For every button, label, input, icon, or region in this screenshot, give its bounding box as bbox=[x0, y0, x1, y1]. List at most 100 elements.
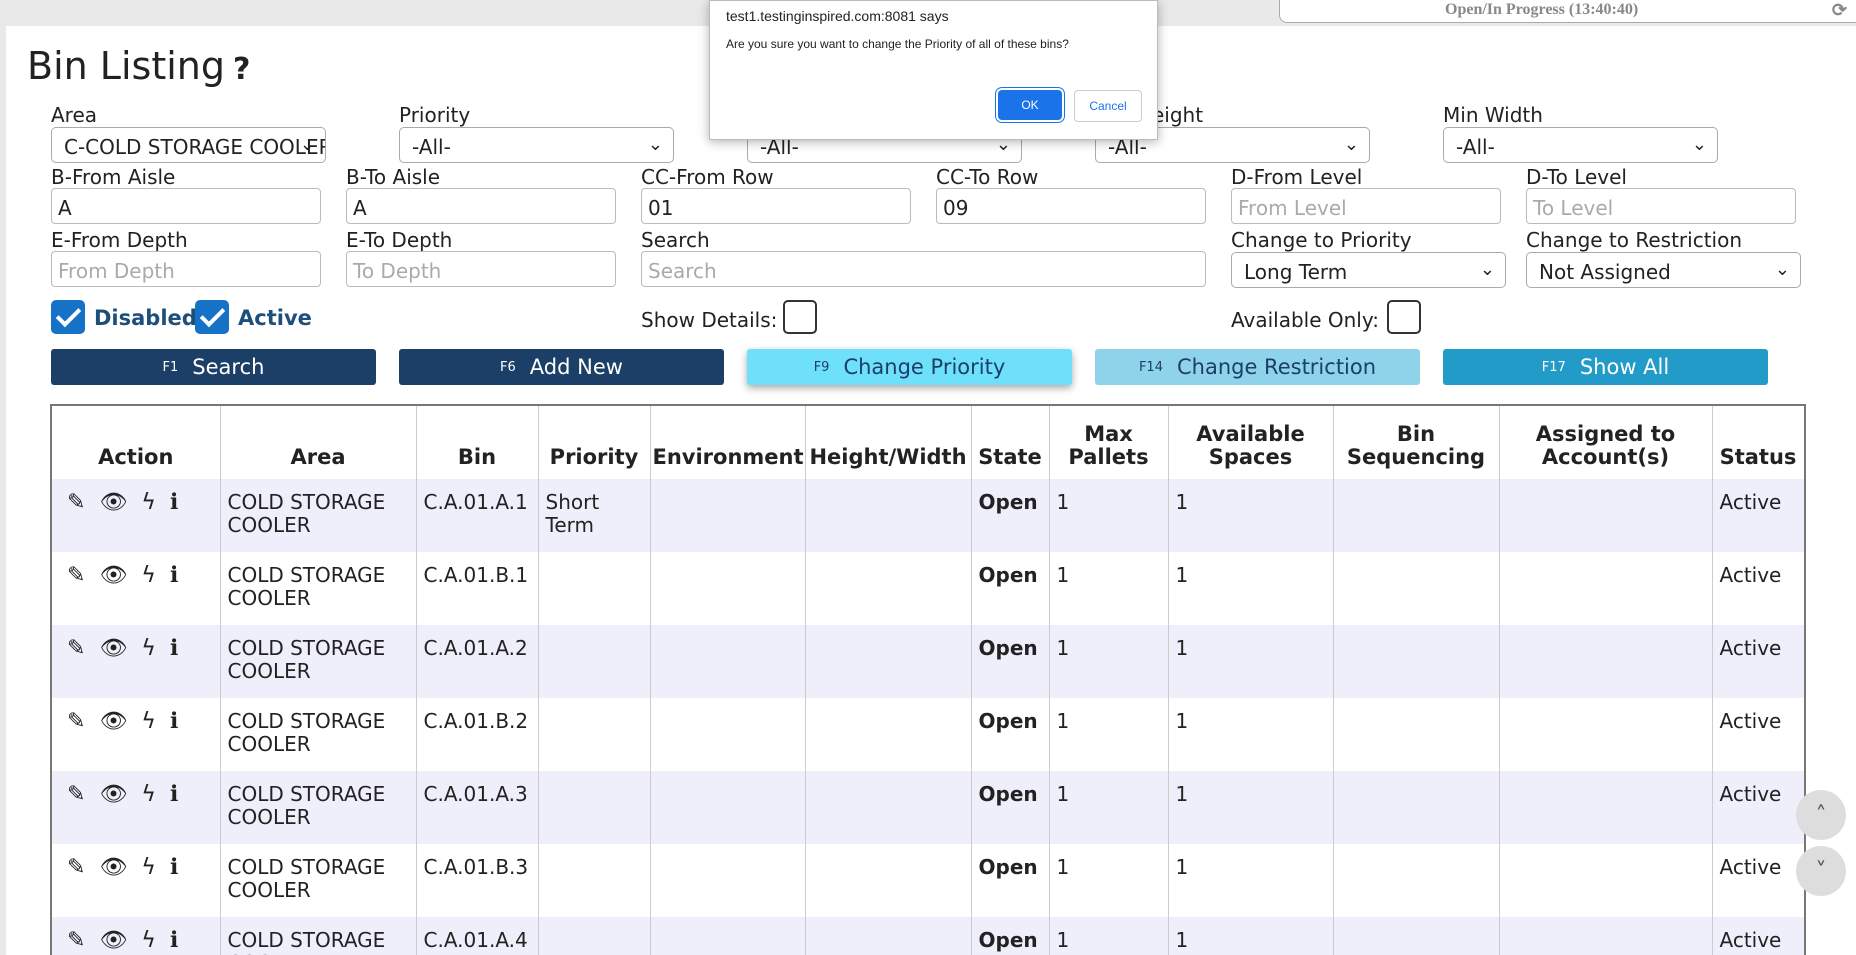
table-row[interactable]: ✎ 👁 ϟ ℹ COLD STORAGE COOLER C.A.01.B.2 Open 1 1 A… bbox=[52, 698, 1804, 771]
row-action-icons: ✎ 👁 ϟ ℹ bbox=[59, 564, 213, 587]
area-label: Area bbox=[51, 103, 98, 127]
refresh-icon[interactable]: ⟳ bbox=[1832, 0, 1847, 21]
chevron-up-icon: ˄ bbox=[1815, 802, 1827, 828]
quick-action-lightning-icon[interactable]: ϟ bbox=[141, 710, 156, 733]
table-row[interactable]: ✎ 👁 ϟ ℹ COLD STORAGE COOLER C.A.01.A.3 Open 1 1 A… bbox=[52, 771, 1804, 844]
column-header-bin-sequencing[interactable]: Bin Sequencing bbox=[1333, 406, 1500, 479]
row-action-icons: ✎ 👁 ϟ ℹ bbox=[59, 491, 213, 514]
from-row-input[interactable]: 01 bbox=[641, 188, 911, 224]
scroll-down-button[interactable]: ˅ bbox=[1796, 846, 1846, 896]
column-header-area[interactable]: Area bbox=[220, 406, 417, 479]
quick-action-lightning-icon[interactable]: ϟ bbox=[141, 637, 156, 660]
change-restriction-select[interactable]: Not Assigned ⌄ bbox=[1526, 252, 1801, 288]
table-row[interactable]: ✎ 👁 ϟ ℹ COLD STORAGE COOLER C.A.01.A.2 Open 1 1 A… bbox=[52, 625, 1804, 698]
row-assigned-accounts bbox=[1499, 552, 1713, 625]
column-header-state[interactable]: State bbox=[971, 406, 1050, 479]
info-icon[interactable]: ℹ bbox=[170, 637, 178, 660]
quick-action-lightning-icon[interactable]: ϟ bbox=[141, 929, 156, 952]
help-icon[interactable]: ? bbox=[233, 52, 250, 87]
row-max-pallets: 1 bbox=[1049, 844, 1169, 917]
info-icon[interactable]: ℹ bbox=[170, 564, 178, 587]
show-all-button[interactable]: F17 Show All bbox=[1443, 349, 1768, 385]
column-header-action[interactable]: Action bbox=[52, 406, 221, 479]
scroll-up-button[interactable]: ˄ bbox=[1796, 790, 1846, 840]
view-eye-icon[interactable]: 👁 bbox=[99, 491, 127, 514]
quick-action-lightning-icon[interactable]: ϟ bbox=[141, 783, 156, 806]
info-icon[interactable]: ℹ bbox=[170, 929, 178, 952]
edit-pencil-icon[interactable]: ✎ bbox=[67, 491, 85, 514]
table-row[interactable]: ✎ 👁 ϟ ℹ COLD STORAGE COOLER C.A.01.A.1 Short T… bbox=[52, 479, 1804, 552]
priority-select[interactable]: -All- ⌄ bbox=[399, 127, 674, 163]
active-label: Active bbox=[238, 306, 312, 330]
quick-action-lightning-icon[interactable]: ϟ bbox=[141, 491, 156, 514]
quick-action-lightning-icon[interactable]: ϟ bbox=[141, 564, 156, 587]
from-level-input[interactable]: From Level bbox=[1231, 188, 1501, 224]
edit-pencil-icon[interactable]: ✎ bbox=[67, 856, 85, 879]
view-eye-icon[interactable]: 👁 bbox=[99, 856, 127, 879]
table-row[interactable]: ✎👁ϟℹCOLD STORAGE COOLERC.A.01.A.4Open11A… bbox=[52, 917, 1804, 955]
column-header-priority[interactable]: Priority bbox=[538, 406, 651, 479]
to-row-label: CC-To Row bbox=[936, 165, 1039, 189]
edit-pencil-icon[interactable]: ✎ bbox=[67, 929, 85, 952]
column-header-height-width[interactable]: Height/Width bbox=[805, 406, 972, 479]
min-width-select[interactable]: -All- ⌄ bbox=[1443, 127, 1718, 163]
search-button[interactable]: F1 Search bbox=[51, 349, 376, 385]
info-icon[interactable]: ℹ bbox=[170, 856, 178, 879]
edit-pencil-icon[interactable]: ✎ bbox=[67, 637, 85, 660]
column-header-bin[interactable]: Bin bbox=[416, 406, 539, 479]
to-depth-input[interactable]: To Depth bbox=[346, 251, 616, 287]
dialog-cancel-button[interactable]: Cancel bbox=[1074, 90, 1142, 122]
quick-action-lightning-icon[interactable]: ϟ bbox=[141, 856, 156, 879]
to-row-input[interactable]: 09 bbox=[936, 188, 1206, 224]
row-state: Open bbox=[971, 844, 1050, 917]
add-new-button[interactable]: F6 Add New bbox=[399, 349, 724, 385]
row-height-width bbox=[805, 552, 972, 625]
change-priority-button[interactable]: F9 Change Priority bbox=[747, 349, 1072, 385]
to-level-input[interactable]: To Level bbox=[1526, 188, 1796, 224]
row-available-spaces: 1 bbox=[1168, 552, 1334, 625]
edit-pencil-icon[interactable]: ✎ bbox=[67, 710, 85, 733]
row-actions: ✎ 👁 ϟ ℹ bbox=[52, 698, 221, 771]
from-depth-input[interactable]: From Depth bbox=[51, 251, 321, 287]
info-icon[interactable]: ℹ bbox=[170, 491, 178, 514]
view-eye-icon[interactable]: 👁 bbox=[99, 783, 127, 806]
info-icon[interactable]: ℹ bbox=[170, 710, 178, 733]
from-aisle-label: B-From Aisle bbox=[51, 165, 176, 189]
disabled-checkbox[interactable] bbox=[51, 300, 85, 334]
column-header-status[interactable]: Status bbox=[1712, 406, 1804, 479]
row-available-spaces: 1 bbox=[1168, 917, 1334, 955]
column-header-environment[interactable]: Environment bbox=[650, 406, 806, 479]
change-restriction-button[interactable]: F14 Change Restriction bbox=[1095, 349, 1420, 385]
view-eye-icon[interactable]: 👁 bbox=[99, 710, 127, 733]
edit-pencil-icon[interactable]: ✎ bbox=[67, 783, 85, 806]
row-environment bbox=[650, 625, 806, 698]
table-row[interactable]: ✎ 👁 ϟ ℹ COLD STORAGE COOLER C.A.01.B.3 Open 1 1 A… bbox=[52, 844, 1804, 917]
column-header-max-pallets[interactable]: Max Pallets bbox=[1049, 406, 1169, 479]
to-aisle-input[interactable]: A bbox=[346, 188, 616, 224]
table-row[interactable]: ✎ 👁 ϟ ℹ COLD STORAGE COOLER C.A.01.B.1 Open 1 1 A… bbox=[52, 552, 1804, 625]
available-only-checkbox[interactable] bbox=[1387, 300, 1421, 334]
row-max-pallets: 1 bbox=[1049, 552, 1169, 625]
dialog-ok-button[interactable]: OK bbox=[998, 90, 1062, 120]
area-select[interactable]: C-COLD STORAGE COOLER ⌄ bbox=[51, 127, 326, 163]
show-details-checkbox[interactable] bbox=[783, 300, 817, 334]
row-priority bbox=[538, 552, 651, 625]
search-input[interactable]: Search bbox=[641, 251, 1206, 287]
from-aisle-input[interactable]: A bbox=[51, 188, 321, 224]
row-priority bbox=[538, 917, 651, 955]
change-restriction-label: Change to Restriction bbox=[1526, 228, 1743, 252]
change-priority-select[interactable]: Long Term ⌄ bbox=[1231, 252, 1506, 288]
view-eye-icon[interactable]: 👁 bbox=[99, 929, 127, 952]
column-header-available-spaces[interactable]: Available Spaces bbox=[1168, 406, 1334, 479]
row-max-pallets: 1 bbox=[1049, 771, 1169, 844]
view-eye-icon[interactable]: 👁 bbox=[99, 564, 127, 587]
view-eye-icon[interactable]: 👁 bbox=[99, 637, 127, 660]
bin-table-container: Action Area Bin Priority Environment Hei… bbox=[50, 404, 1806, 955]
edit-pencil-icon[interactable]: ✎ bbox=[67, 564, 85, 587]
row-actions: ✎ 👁 ϟ ℹ bbox=[52, 552, 221, 625]
row-assigned-accounts bbox=[1499, 771, 1713, 844]
disabled-label: Disabled bbox=[94, 306, 197, 330]
info-icon[interactable]: ℹ bbox=[170, 783, 178, 806]
active-checkbox[interactable] bbox=[195, 300, 229, 334]
column-header-assigned-accounts[interactable]: Assigned to Account(s) bbox=[1499, 406, 1713, 479]
